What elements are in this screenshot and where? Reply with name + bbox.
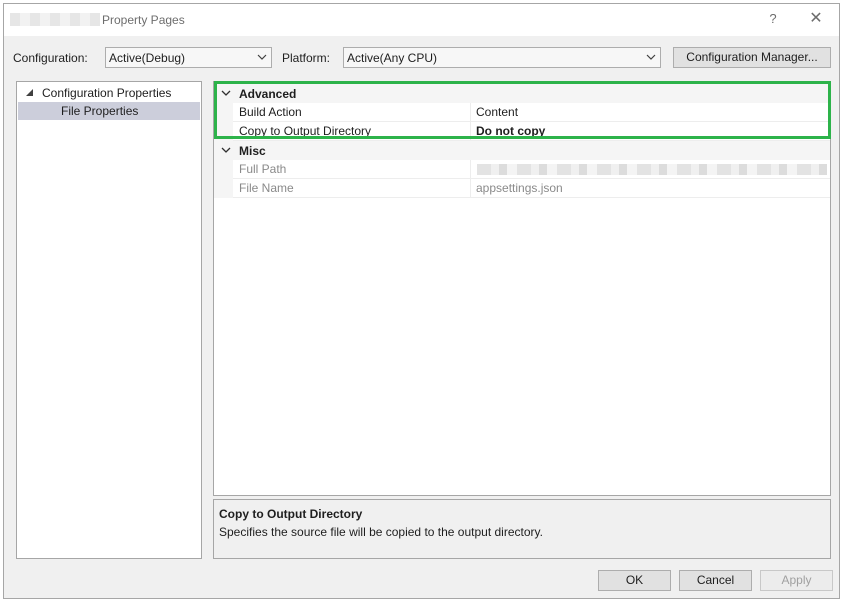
configuration-dropdown[interactable]: Active(Debug) (105, 47, 272, 68)
description-title: Copy to Output Directory (219, 507, 363, 521)
configuration-manager-button[interactable]: Configuration Manager... (673, 47, 831, 68)
expanded-triangle-icon[interactable] (25, 88, 35, 98)
tree-item-label: Configuration Properties (42, 86, 172, 100)
tree-item-label: File Properties (61, 104, 139, 118)
property-name: Build Action (239, 105, 302, 119)
tree-item-file-properties[interactable]: File Properties (18, 102, 200, 120)
category-advanced[interactable]: Advanced (214, 84, 830, 103)
ok-button[interactable]: OK (598, 570, 671, 591)
configuration-value: Active(Debug) (109, 51, 186, 65)
property-row-copy-to-output[interactable]: Copy to Output Directory Do not copy (214, 122, 830, 141)
row-gutter (214, 122, 233, 141)
close-icon[interactable]: ✕ (806, 10, 826, 28)
property-row-file-name[interactable]: File Name appsettings.json (214, 179, 830, 198)
property-value: Do not copy (476, 124, 546, 138)
blurred-full-path (477, 164, 827, 175)
property-name: Copy to Output Directory (239, 124, 372, 138)
apply-button[interactable]: Apply (760, 570, 833, 591)
description-pane: Copy to Output Directory Specifies the s… (213, 499, 831, 559)
property-value: Content (476, 105, 519, 119)
description-text: Specifies the source file will be copied… (219, 525, 543, 539)
property-name: File Name (239, 181, 294, 195)
category-label: Advanced (239, 87, 297, 101)
window-title: Property Pages (102, 13, 185, 27)
property-grid: Advanced Build Action Content Copy to Ou… (213, 81, 831, 496)
chevron-down-icon[interactable] (220, 85, 232, 101)
property-value-cell[interactable]: Content (471, 103, 830, 122)
tree-item-configuration-properties[interactable]: Configuration Properties (17, 84, 201, 102)
chevron-down-icon (257, 54, 267, 60)
category-misc[interactable]: Misc (214, 141, 830, 160)
property-value: appsettings.json (476, 181, 563, 195)
configuration-label: Configuration: (13, 51, 88, 65)
title-bar: Property Pages ? ✕ (4, 4, 839, 36)
row-gutter (214, 179, 233, 198)
property-value-cell[interactable]: appsettings.json (471, 179, 830, 198)
property-row-full-path[interactable]: Full Path (214, 160, 830, 179)
platform-label: Platform: (282, 51, 331, 65)
property-name-cell: File Name (233, 179, 471, 198)
help-icon[interactable]: ? (764, 10, 782, 28)
category-tree: Configuration Properties File Properties (16, 81, 202, 559)
category-label: Misc (239, 144, 266, 158)
property-value-cell[interactable] (471, 160, 830, 179)
property-name: Full Path (239, 162, 287, 176)
property-pages-dialog: Property Pages ? ✕ Configuration: Active… (3, 3, 840, 599)
property-value-cell[interactable]: Do not copy (471, 122, 830, 141)
property-name-cell: Build Action (233, 103, 471, 122)
property-name-cell: Copy to Output Directory (233, 122, 471, 141)
row-gutter (214, 103, 233, 122)
property-name-cell: Full Path (233, 160, 471, 179)
cancel-button[interactable]: Cancel (679, 570, 752, 591)
platform-dropdown[interactable]: Active(Any CPU) (343, 47, 661, 68)
row-gutter (214, 160, 233, 179)
chevron-down-icon[interactable] (220, 142, 232, 158)
property-row-build-action[interactable]: Build Action Content (214, 103, 830, 122)
blurred-project-name (10, 13, 100, 26)
chevron-down-icon (646, 54, 656, 60)
platform-value: Active(Any CPU) (347, 51, 438, 65)
